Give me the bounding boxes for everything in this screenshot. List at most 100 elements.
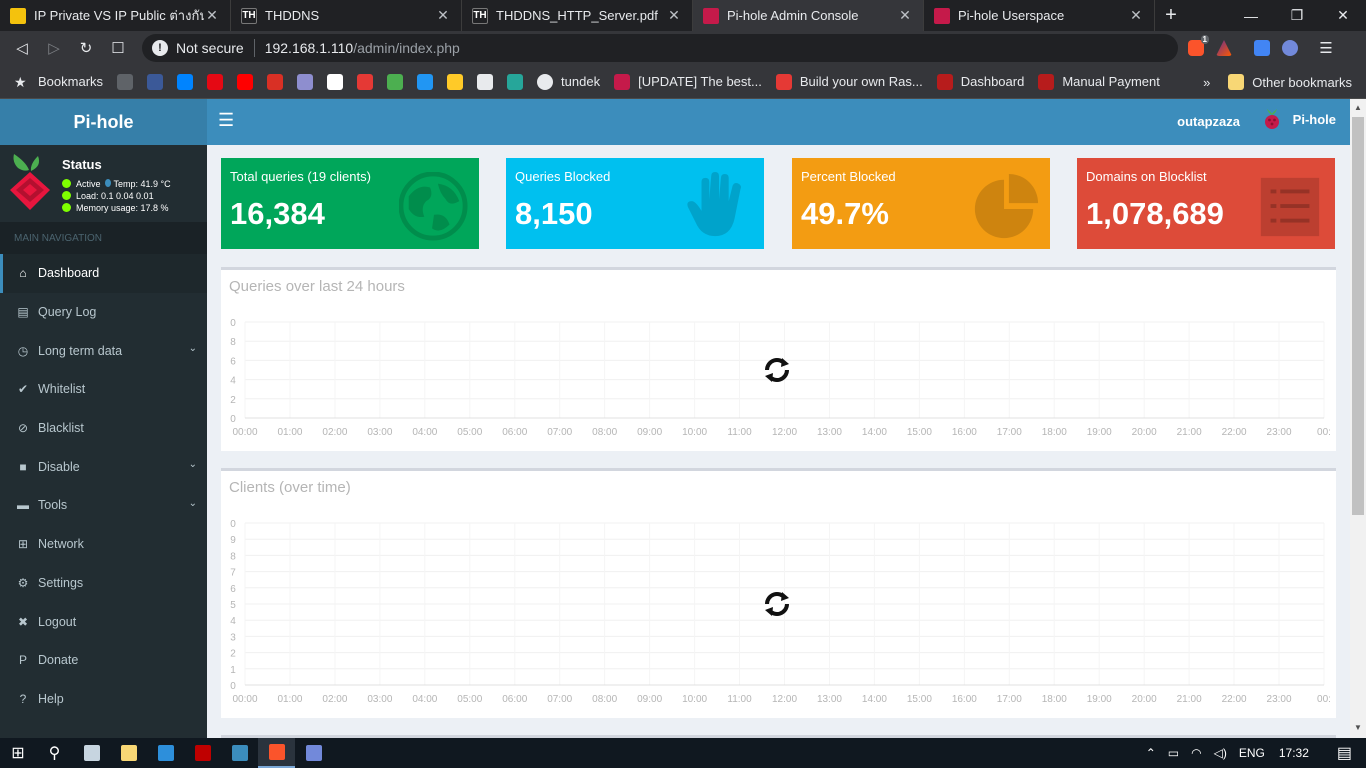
- back-button[interactable]: ◁: [6, 31, 38, 65]
- bookmark-item[interactable]: [327, 73, 344, 90]
- sidebar-item-blacklist[interactable]: ⊘ Blacklist: [0, 409, 207, 448]
- wifi-icon[interactable]: ◠: [1185, 746, 1207, 760]
- sidebar-item-long-term-data[interactable]: ◷ Long term data ⌄: [0, 331, 207, 370]
- bookmark-item[interactable]: [417, 73, 434, 90]
- browser-tab[interactable]: IP Private VS IP Public ต่างกันอย่างไร✕: [0, 0, 231, 31]
- brave-app[interactable]: [258, 738, 295, 768]
- vscode-icon: [157, 745, 174, 761]
- sidebar-item-settings[interactable]: ⚙ Settings: [0, 564, 207, 603]
- sidebar-item-dashboard[interactable]: ⌂ Dashboard: [0, 254, 207, 293]
- forward-button[interactable]: ▷: [38, 31, 70, 65]
- clock[interactable]: 17:32: [1271, 746, 1323, 760]
- discord-app[interactable]: [295, 738, 332, 768]
- bookmark-item[interactable]: [297, 73, 314, 90]
- bookmarks-overflow-button[interactable]: »: [1203, 75, 1210, 90]
- page-scrollbar[interactable]: ▲ ▼: [1350, 99, 1366, 738]
- bookmark-item[interactable]: ★ Bookmarks: [14, 74, 103, 90]
- sidebar-item-whitelist[interactable]: ✔ Whitelist: [0, 370, 207, 409]
- bookmark-item[interactable]: [UPDATE] The best...: [614, 73, 762, 90]
- file-explorer-app[interactable]: [110, 738, 147, 768]
- restore-button[interactable]: ❐: [1274, 0, 1320, 31]
- close-tab-icon[interactable]: ✕: [204, 7, 220, 24]
- scroll-up-arrow[interactable]: ▲: [1354, 103, 1362, 112]
- close-tab-icon[interactable]: ✕: [1128, 7, 1144, 24]
- close-tab-icon[interactable]: ✕: [666, 7, 682, 24]
- filezilla-app[interactable]: [184, 738, 221, 768]
- bookmark-item[interactable]: Manual Payment: [1038, 73, 1160, 90]
- language-indicator[interactable]: ENG: [1233, 746, 1271, 760]
- new-tab-button[interactable]: +: [1155, 0, 1187, 31]
- start-button[interactable]: ⊞: [0, 738, 36, 768]
- bookmark-item[interactable]: [267, 73, 284, 90]
- bookmark-item[interactable]: [507, 73, 524, 90]
- sidebar-item-help[interactable]: ? Help: [0, 680, 207, 719]
- close-tab-icon[interactable]: ✕: [435, 7, 451, 24]
- translate-extension-icon[interactable]: [1248, 31, 1276, 65]
- close-tab-icon[interactable]: ✕: [897, 7, 913, 24]
- bookmark-item[interactable]: Dashboard: [936, 73, 1024, 90]
- bookmark-item[interactable]: [117, 73, 134, 90]
- clients-over-time-box: Clients (over time) 0 9 8 7 6 5 4 3 2 1 0 00:00 01:0…: [221, 468, 1336, 718]
- chevron-down-icon: ⌄: [188, 343, 197, 355]
- bookmark-item[interactable]: [207, 73, 224, 90]
- other-bookmarks-folder[interactable]: Other bookmarks: [1228, 74, 1352, 90]
- scrollbar-thumb[interactable]: [1352, 117, 1364, 515]
- browser-tab[interactable]: TH THDDNS ✕: [231, 0, 462, 31]
- x-tick-label: 02:00: [322, 427, 347, 438]
- brave-rewards-icon[interactable]: [1210, 31, 1238, 65]
- browser-tab[interactable]: TH THDDNS_HTTP_Server.pdf ✕: [462, 0, 693, 31]
- queries-over-time-box: Queries over last 24 hours 0 8 6 4 2 0 00:00 01…: [221, 267, 1336, 451]
- y-tick-label: 0: [230, 414, 236, 425]
- stat-box-2[interactable]: Queries Blocked 8,150: [506, 158, 764, 249]
- bookmark-item[interactable]: [237, 73, 254, 90]
- bookmark-favicon-icon: [1038, 73, 1055, 90]
- browser-tab[interactable]: Pi-hole Admin Console ✕: [693, 0, 924, 31]
- stat-box-4[interactable]: Domains on Blocklist 1,078,689: [1077, 158, 1335, 249]
- stat-box-3[interactable]: Percent Blocked 49.7%: [792, 158, 1050, 249]
- steam-app[interactable]: [73, 738, 110, 768]
- notification-icon[interactable]: ▤: [1323, 743, 1366, 763]
- close-window-button[interactable]: ✕: [1320, 0, 1366, 31]
- vscode-app[interactable]: [147, 738, 184, 768]
- tab-favicon-icon: TH: [241, 7, 257, 24]
- browser-tab[interactable]: Pi-hole Userspace ✕: [924, 0, 1155, 31]
- bookmark-item[interactable]: [177, 73, 194, 90]
- y-tick-label: 0: [230, 519, 236, 530]
- bookmark-item[interactable]: tundek: [537, 73, 600, 90]
- security-label[interactable]: Not secure: [176, 40, 244, 56]
- bookmark-item[interactable]: [477, 73, 494, 90]
- search-button[interactable]: ⚲: [36, 738, 73, 768]
- address-bar[interactable]: ! Not secure 192.168.1.110/admin/index.p…: [142, 34, 1178, 62]
- bookmark-favicon-icon: [357, 73, 374, 90]
- discord-extension-icon[interactable]: [1276, 31, 1304, 65]
- sidebar-item-disable[interactable]: ■ Disable ⌄: [0, 447, 207, 486]
- bookmark-item[interactable]: [147, 73, 164, 90]
- reload-button[interactable]: ↻: [70, 31, 102, 65]
- minimize-button[interactable]: —: [1228, 0, 1274, 31]
- warning-icon[interactable]: !: [152, 40, 168, 56]
- brave-shields-icon[interactable]: 1: [1182, 31, 1210, 65]
- sidebar-item-network[interactable]: ⊞ Network: [0, 525, 207, 564]
- bookmark-item[interactable]: [387, 73, 404, 90]
- battery-icon[interactable]: ▭: [1162, 746, 1185, 760]
- bookmark-item[interactable]: [447, 73, 464, 90]
- bookmark-item[interactable]: [357, 73, 374, 90]
- browser-menu-button[interactable]: ☰: [1310, 31, 1342, 65]
- sidebar-toggle-button[interactable]: ☰: [218, 110, 234, 131]
- sidebar-item-tools[interactable]: ▬ Tools ⌄: [0, 486, 207, 525]
- brave-icon: [268, 744, 285, 760]
- pihole-brand-menu[interactable]: Pi-hole: [1263, 108, 1336, 130]
- sidebar-item-donate[interactable]: P Donate: [0, 641, 207, 680]
- sidebar-item-label: Long term data: [38, 343, 123, 358]
- vnc-app[interactable]: [221, 738, 258, 768]
- bookmark-item[interactable]: Build your own Ras...: [775, 73, 923, 90]
- stat-box-1[interactable]: Total queries (19 clients) 16,384: [221, 158, 479, 249]
- volume-icon[interactable]: ◁): [1208, 746, 1233, 760]
- sidebar-item-query-log[interactable]: ▤ Query Log: [0, 293, 207, 332]
- pihole-logo[interactable]: Pi-hole: [0, 99, 207, 145]
- bookmark-page-button[interactable]: ☐: [102, 31, 134, 65]
- scroll-down-arrow[interactable]: ▼: [1354, 723, 1362, 732]
- tray-expand-button[interactable]: ⌃: [1140, 746, 1162, 760]
- sidebar-item-logout[interactable]: ✖ Logout: [0, 602, 207, 641]
- shields-badge: 1: [1200, 35, 1209, 44]
